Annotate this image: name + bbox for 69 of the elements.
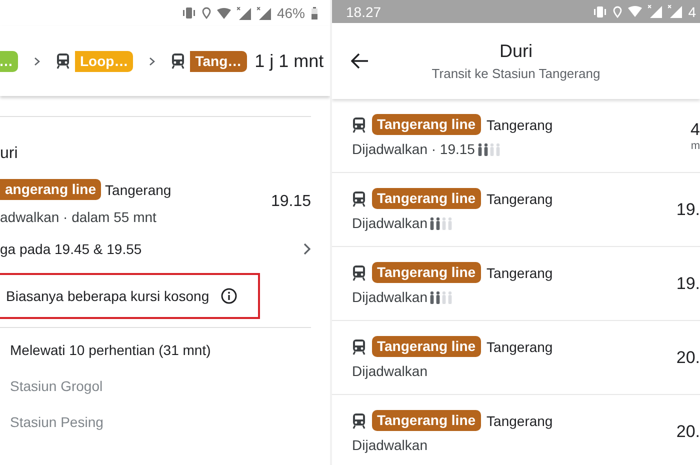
train-icon [352,264,366,280]
back-arrow-icon[interactable] [351,53,369,69]
departure-time: 19.15 [270,193,311,211]
train-icon [56,53,70,69]
departure-time: 20. [676,422,700,442]
more-departures-link[interactable]: ga pada 19.45 & 19.55 [0,241,311,257]
signal-icon [236,6,251,20]
route-line-chip: Tangerang line [372,410,481,431]
departure-row[interactable]: Tangerang line Tangerang Dijadwalkan 19. [332,247,700,321]
schedule-status: Dijadwalkan [352,215,428,231]
route-line-chip: Tangerang line [372,114,481,135]
stops-summary[interactable]: Melewati 10 perhentian (31 mnt) [10,342,311,358]
destination-text: Tangerang [486,338,553,354]
location-icon [202,7,211,19]
wifi-icon [216,8,231,18]
trip-duration: 1 j 1 mnt [254,50,324,72]
signal-icon [256,6,271,20]
route-line-chip: Tangerang line [372,336,481,357]
route-line-chip[interactable]: Tang… [190,50,247,72]
location-icon [613,6,622,18]
departure-time: 4 [690,120,700,140]
departure-time: 19. [676,200,700,220]
crowding-icon [429,290,454,304]
train-icon [352,190,366,206]
route-line-chip: Tangerang line [372,188,481,209]
schedule-status: adwalkan · dalam 55 mnt [0,209,158,225]
destination-text: Tangerang [486,264,553,280]
schedule-status: Dijadwalkan [352,437,428,453]
train-icon [171,53,186,69]
stop-name: Stasiun Grogol [10,378,104,394]
info-icon[interactable] [221,288,238,304]
status-clock: 18.27 [346,4,382,20]
signal-icon [668,5,682,18]
battery-icon [311,6,318,20]
departure-row[interactable]: Tangerang line Tangerang Dijadwalkan 20. [332,395,700,465]
signal-icon [648,5,662,18]
crowding-icon [429,216,454,230]
wifi-icon [628,6,642,17]
schedule-status: Dijadwalkan · 19.15 [352,141,475,157]
train-icon [352,338,366,354]
train-icon [352,116,366,132]
schedule-status: Dijadwalkan [352,363,428,379]
battery-percentage: 46% [276,5,305,21]
crowding-icon [476,142,501,156]
departure-time: 19. [676,274,700,294]
stop-name: Stasiun Pesing [10,414,104,430]
schedule-status: Dijadwalkan [352,289,428,305]
destination-text: Tangerang [105,182,172,198]
chevron-icon [149,56,156,66]
crowding-text: Biasanya beberapa kursi kosong [6,288,210,304]
destination-text: Tangerang [486,190,553,206]
departure-time: 20. [676,348,700,368]
chevron-icon [303,243,311,255]
departure-row[interactable]: Tangerang line Tangerang Dijadwalkan 19. [332,173,700,247]
route-line-chip: Tangerang line [372,262,481,283]
time-unit: m [690,140,700,152]
vibrate-icon [182,7,196,19]
station-name: uri [0,145,19,163]
train-icon [352,412,366,428]
battery-percentage: 4 [688,4,696,20]
departure-row[interactable]: Tangerang line Tangerang Dijadwalkan 20. [332,321,700,395]
destination-text: Tangerang [486,412,553,428]
chevron-icon [34,56,40,66]
destination-text: Tangerang [486,116,553,132]
header-title: Duri [498,41,534,62]
vibrate-icon [593,6,608,18]
route-line-chip: angerang line [0,179,102,200]
departure-row[interactable]: Tangerang line Tangerang Dijadwalkan · 19.15 4 m [332,99,700,173]
header-subtitle: Transit ke Stasiun Tangerang [430,66,602,81]
